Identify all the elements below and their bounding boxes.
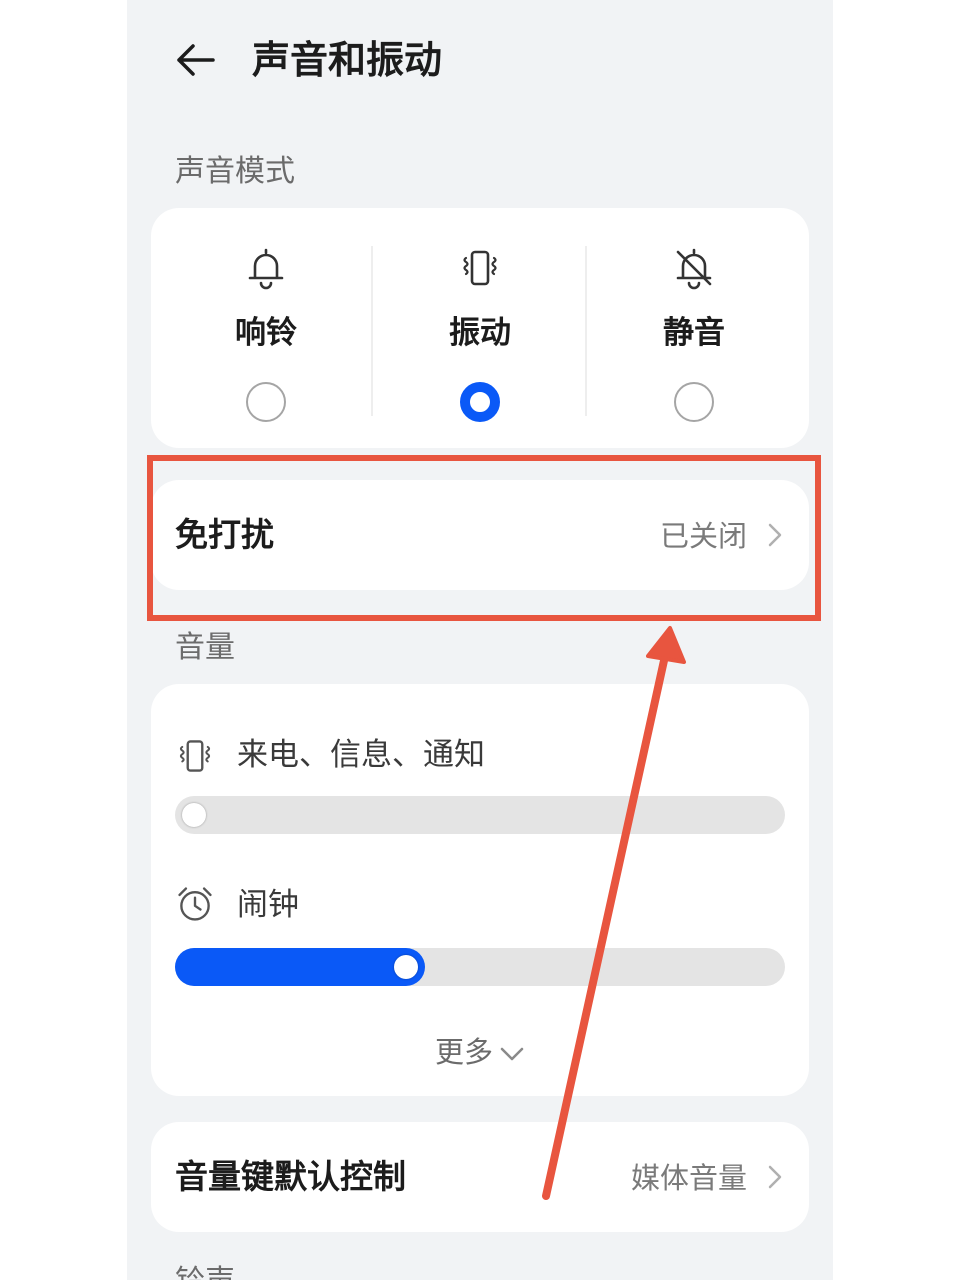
- ring-radio[interactable]: [246, 382, 286, 422]
- back-arrow-icon: [177, 44, 215, 76]
- section-label-volume: 音量: [175, 630, 235, 665]
- more-button[interactable]: 更多: [151, 1032, 809, 1072]
- vibrate-icon: [463, 250, 497, 286]
- mode-label-ring: 响铃: [235, 315, 297, 351]
- slider-thumb[interactable]: [393, 955, 418, 979]
- settings-screen: 声音和振动 声音模式 响铃 振动 静音 免打扰 已关闭 音量 来电、信息、通知 …: [127, 0, 833, 1280]
- volume-key-value: 媒体音量: [630, 1161, 747, 1195]
- mode-label-silent: 静音: [663, 315, 725, 351]
- volume-key-row[interactable]: 音量键默认控制 媒体音量: [151, 1122, 809, 1232]
- slider-fill: [175, 948, 425, 986]
- alarm-volume-label: 闹钟: [237, 887, 299, 923]
- slider-thumb[interactable]: [182, 803, 206, 827]
- chevron-down-icon: [500, 1047, 524, 1061]
- annotation-highlight-box: [147, 455, 821, 621]
- alarm-volume-slider[interactable]: [175, 948, 785, 986]
- bell-off-icon: [676, 248, 712, 290]
- volume-key-title: 音量键默认控制: [175, 1157, 406, 1196]
- vibrate-icon: [179, 740, 211, 772]
- mode-option-vibrate[interactable]: 振动: [373, 208, 587, 448]
- back-button[interactable]: [167, 32, 223, 88]
- vibrate-radio[interactable]: [460, 382, 500, 422]
- volume-card: 来电、信息、通知 闹钟 更多: [151, 684, 809, 1096]
- chevron-right-icon: [768, 1165, 782, 1189]
- ringer-volume-slider[interactable]: [175, 796, 785, 834]
- page-title: 声音和振动: [252, 38, 443, 82]
- alarm-clock-icon: [178, 887, 212, 921]
- ringer-volume-label: 来电、信息、通知: [237, 737, 485, 773]
- mode-option-silent[interactable]: 静音: [587, 208, 801, 448]
- sound-mode-card: 响铃 振动 静音: [151, 208, 809, 448]
- section-label-ringtone: 铃声: [175, 1262, 235, 1280]
- bell-icon: [248, 248, 284, 290]
- mode-label-vibrate: 振动: [449, 315, 511, 351]
- section-label-sound-mode: 声音模式: [175, 154, 295, 189]
- mode-option-ring[interactable]: 响铃: [159, 208, 373, 448]
- more-label: 更多: [434, 1035, 493, 1069]
- silent-radio[interactable]: [674, 382, 714, 422]
